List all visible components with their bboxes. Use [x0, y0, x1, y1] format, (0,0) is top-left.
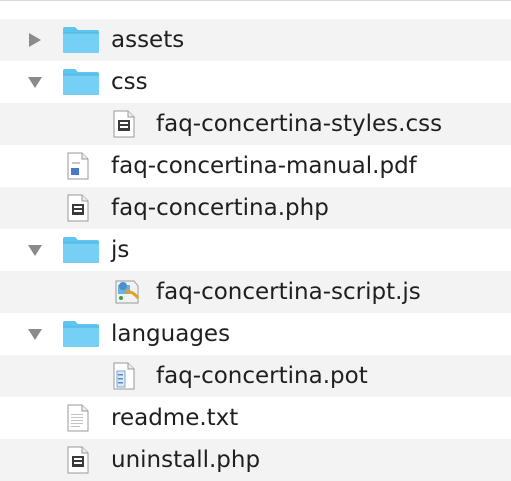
- folder-icon: [62, 26, 100, 54]
- tree-row-js[interactable]: js: [0, 229, 511, 271]
- disclosure-expanded-icon[interactable]: [26, 325, 44, 343]
- tree-row-label: uninstall.php: [111, 447, 261, 473]
- tree-row-label: faq-concertina-script.js: [156, 279, 421, 305]
- tree-row-php[interactable]: faq-concertina.php: [0, 187, 511, 229]
- document-icon: [66, 446, 90, 474]
- tree-row-label: readme.txt: [111, 405, 239, 431]
- tree-row-label: faq-concertina-manual.pdf: [111, 153, 417, 179]
- tree-row-uninstall[interactable]: uninstall.php: [0, 439, 511, 481]
- pdf-icon: [66, 152, 90, 180]
- tree-row-label: faq-concertina.php: [111, 195, 329, 221]
- folder-icon: [62, 236, 100, 264]
- folder-icon: [62, 68, 100, 96]
- tree-row-label: css: [111, 69, 148, 95]
- file-tree: assets css faq-concertina-styles.css faq…: [0, 0, 511, 481]
- script-icon: [112, 278, 142, 306]
- tree-row-script-js[interactable]: faq-concertina-script.js: [0, 271, 511, 313]
- tree-row-assets[interactable]: assets: [0, 19, 511, 61]
- tree-row-manual-pdf[interactable]: faq-concertina-manual.pdf: [0, 145, 511, 187]
- tree-row-languages[interactable]: languages: [0, 313, 511, 355]
- tree-row-readme[interactable]: readme.txt: [0, 397, 511, 439]
- folder-icon: [62, 320, 100, 348]
- tree-row-label: assets: [111, 27, 185, 53]
- tree-row-label: languages: [111, 321, 231, 347]
- tree-row-styles-css[interactable]: faq-concertina-styles.css: [0, 103, 511, 145]
- text-file-icon: [66, 404, 90, 432]
- tree-row-label: js: [111, 237, 130, 263]
- tree-row-label: faq-concertina.pot: [156, 363, 368, 389]
- tree-row-pot[interactable]: faq-concertina.pot: [0, 355, 511, 397]
- document-icon: [66, 194, 90, 222]
- disclosure-expanded-icon[interactable]: [26, 73, 44, 91]
- disclosure-expanded-icon[interactable]: [26, 241, 44, 259]
- tree-row-label: faq-concertina-styles.css: [156, 111, 443, 137]
- disclosure-collapsed-icon[interactable]: [26, 31, 44, 49]
- document-icon: [112, 110, 136, 138]
- tree-row-css[interactable]: css: [0, 61, 511, 103]
- pot-file-icon: [112, 362, 136, 390]
